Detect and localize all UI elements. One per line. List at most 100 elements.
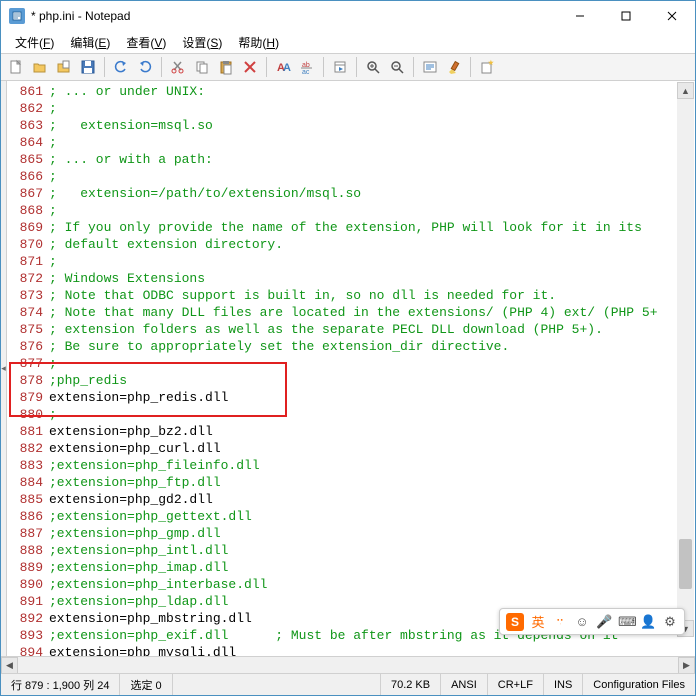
code-line[interactable]: 877;: [7, 355, 695, 372]
line-content[interactable]: extension=php_curl.dll: [49, 440, 695, 457]
code-line[interactable]: 863; extension=msql.so: [7, 117, 695, 134]
code-line[interactable]: 880;: [7, 406, 695, 423]
code-line[interactable]: 881extension=php_bz2.dll: [7, 423, 695, 440]
line-content[interactable]: ;: [49, 406, 695, 423]
line-content[interactable]: ;: [49, 168, 695, 185]
code-line[interactable]: 869; If you only provide the name of the…: [7, 219, 695, 236]
line-content[interactable]: ; extension=msql.so: [49, 117, 695, 134]
line-content[interactable]: ;: [49, 202, 695, 219]
code-line[interactable]: 882extension=php_curl.dll: [7, 440, 695, 457]
code-line[interactable]: 878;php_redis: [7, 372, 695, 389]
left-splitter[interactable]: ◂: [1, 81, 7, 656]
open-file-button[interactable]: [29, 56, 51, 78]
ime-toolbar[interactable]: S 英 ● ● ' ☺ 🎤 ⌨ 👤 ⚙: [499, 608, 685, 635]
code-line[interactable]: 866;: [7, 168, 695, 185]
copy-button[interactable]: [191, 56, 213, 78]
code-line[interactable]: 876; Be sure to appropriately set the ex…: [7, 338, 695, 355]
scroll-thumb[interactable]: [679, 539, 692, 589]
line-content[interactable]: ; If you only provide the name of the ex…: [49, 219, 695, 236]
menu-s[interactable]: 设置(S): [174, 32, 230, 53]
zoom-out-button[interactable]: [386, 56, 408, 78]
code-line[interactable]: 894extension=php_mysqli.dll: [7, 644, 695, 656]
save-button[interactable]: [77, 56, 99, 78]
line-content[interactable]: ;extension=php_gettext.dll: [49, 508, 695, 525]
find-button[interactable]: AA: [272, 56, 294, 78]
text-editor[interactable]: 861; ... or under UNIX:862;863; extensio…: [1, 81, 695, 656]
redo-button[interactable]: [134, 56, 156, 78]
minimize-button[interactable]: [557, 1, 603, 31]
goto-button[interactable]: [329, 56, 351, 78]
code-line[interactable]: 888;extension=php_intl.dll: [7, 542, 695, 559]
scroll-up-arrow[interactable]: ▲: [677, 82, 694, 99]
new-file-button[interactable]: [5, 56, 27, 78]
line-content[interactable]: ; extension=/path/to/extension/msql.so: [49, 185, 695, 202]
line-content[interactable]: ; extension folders as well as the separ…: [49, 321, 695, 338]
menu-e[interactable]: 编辑(E): [62, 32, 118, 53]
code-line[interactable]: 864;: [7, 134, 695, 151]
line-content[interactable]: ; Note that many DLL files are located i…: [49, 304, 695, 321]
line-content[interactable]: ;extension=php_fileinfo.dll: [49, 457, 695, 474]
line-content[interactable]: ;extension=php_gmp.dll: [49, 525, 695, 542]
line-content[interactable]: ; Windows Extensions: [49, 270, 695, 287]
code-line[interactable]: 861; ... or under UNIX:: [7, 83, 695, 100]
scroll-right-arrow[interactable]: ▶: [678, 657, 695, 674]
code-line[interactable]: 865; ... or with a path:: [7, 151, 695, 168]
line-content[interactable]: ;extension=php_imap.dll: [49, 559, 695, 576]
line-content[interactable]: ;: [49, 100, 695, 117]
scroll-left-arrow[interactable]: ◀: [1, 657, 18, 674]
code-line[interactable]: 873; Note that ODBC support is built in,…: [7, 287, 695, 304]
ime-language[interactable]: 英: [530, 612, 546, 631]
line-content[interactable]: ; Be sure to appropriately set the exten…: [49, 338, 695, 355]
line-content[interactable]: ; ... or with a path:: [49, 151, 695, 168]
code-line[interactable]: 884;extension=php_ftp.dll: [7, 474, 695, 491]
code-line[interactable]: 889;extension=php_imap.dll: [7, 559, 695, 576]
paste-button[interactable]: [215, 56, 237, 78]
cut-button[interactable]: [167, 56, 189, 78]
replace-button[interactable]: abac: [296, 56, 318, 78]
zoom-in-button[interactable]: [362, 56, 384, 78]
code-line[interactable]: 871;: [7, 253, 695, 270]
line-content[interactable]: ;extension=php_ftp.dll: [49, 474, 695, 491]
wordwrap-button[interactable]: [419, 56, 441, 78]
horizontal-scrollbar[interactable]: ◀ ▶: [1, 656, 695, 673]
code-line[interactable]: 870; default extension directory.: [7, 236, 695, 253]
copy-open-button[interactable]: [53, 56, 75, 78]
code-line[interactable]: 875; extension folders as well as the se…: [7, 321, 695, 338]
vertical-scrollbar[interactable]: ▲ ▼: [677, 82, 694, 637]
code-line[interactable]: 874; Note that many DLL files are locate…: [7, 304, 695, 321]
line-content[interactable]: ; default extension directory.: [49, 236, 695, 253]
maximize-button[interactable]: [603, 1, 649, 31]
code-line[interactable]: 886;extension=php_gettext.dll: [7, 508, 695, 525]
line-content[interactable]: extension=php_bz2.dll: [49, 423, 695, 440]
ime-user-icon[interactable]: 👤: [640, 614, 656, 630]
delete-button[interactable]: [239, 56, 261, 78]
line-content[interactable]: ;extension=php_interbase.dll: [49, 576, 695, 593]
menu-h[interactable]: 帮助(H): [230, 32, 287, 53]
line-content[interactable]: ; ... or under UNIX:: [49, 83, 695, 100]
close-button[interactable]: [649, 1, 695, 31]
highlight-button[interactable]: [443, 56, 465, 78]
hscroll-track[interactable]: [18, 657, 678, 673]
code-line[interactable]: 872; Windows Extensions: [7, 270, 695, 287]
code-line[interactable]: 867; extension=/path/to/extension/msql.s…: [7, 185, 695, 202]
code-line[interactable]: 890;extension=php_interbase.dll: [7, 576, 695, 593]
scroll-track[interactable]: [677, 99, 694, 620]
line-content[interactable]: ;: [49, 355, 695, 372]
line-content[interactable]: ; Note that ODBC support is built in, so…: [49, 287, 695, 304]
menu-f[interactable]: 文件(F): [7, 32, 62, 53]
code-line[interactable]: 868;: [7, 202, 695, 219]
undo-button[interactable]: [110, 56, 132, 78]
ime-settings-icon[interactable]: ⚙: [662, 614, 678, 630]
ime-keyboard-icon[interactable]: ⌨: [618, 614, 634, 630]
code-line[interactable]: 887;extension=php_gmp.dll: [7, 525, 695, 542]
line-content[interactable]: ;: [49, 253, 695, 270]
ime-comma-icon[interactable]: ● ● ': [552, 617, 568, 627]
settings-star-button[interactable]: [476, 56, 498, 78]
code-line[interactable]: 885extension=php_gd2.dll: [7, 491, 695, 508]
code-line[interactable]: 879extension=php_redis.dll: [7, 389, 695, 406]
line-content[interactable]: extension=php_gd2.dll: [49, 491, 695, 508]
ime-logo-icon[interactable]: S: [506, 613, 524, 631]
line-content[interactable]: ;php_redis: [49, 372, 695, 389]
menu-v[interactable]: 查看(V): [118, 32, 174, 53]
line-content[interactable]: extension=php_redis.dll: [49, 389, 695, 406]
